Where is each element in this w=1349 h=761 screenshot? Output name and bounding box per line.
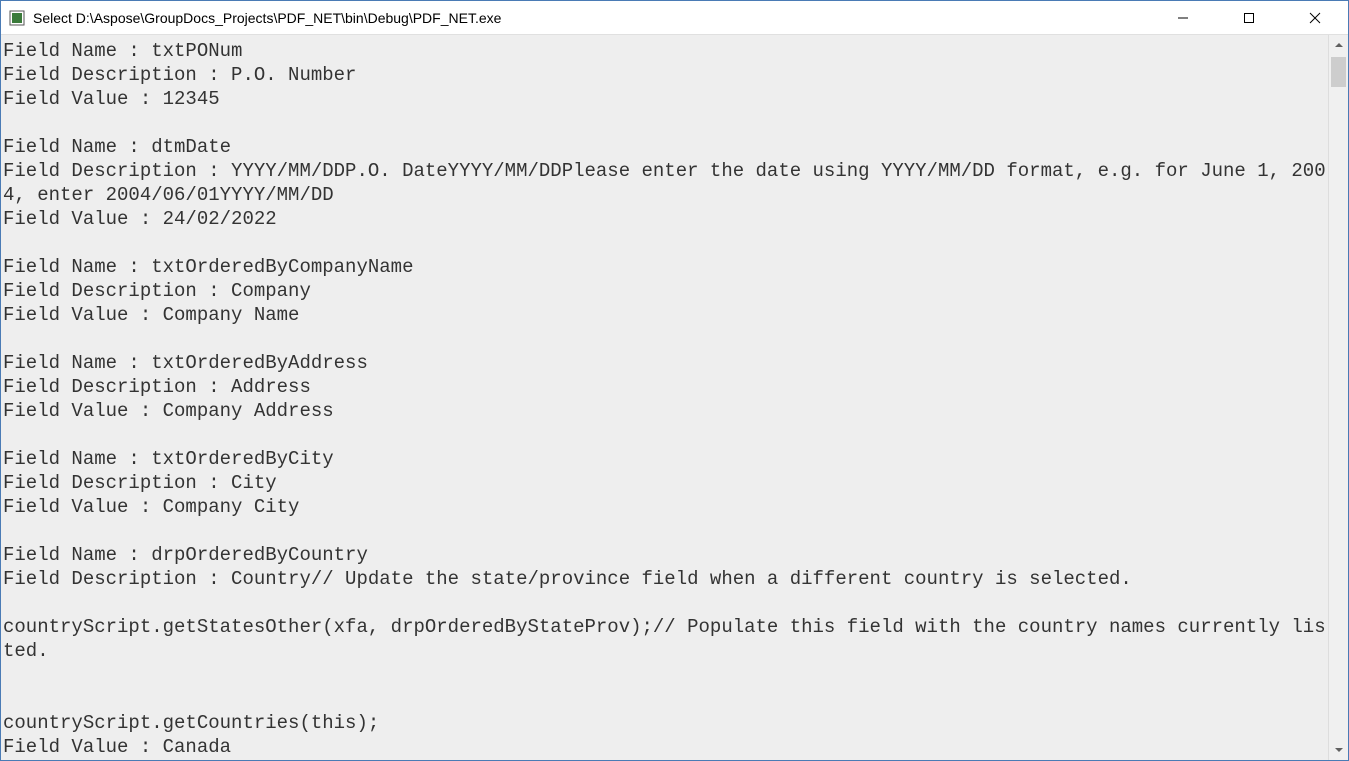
window-title: Select D:\Aspose\GroupDocs_Projects\PDF_…	[33, 10, 501, 26]
vertical-scrollbar[interactable]	[1328, 35, 1348, 760]
close-icon	[1309, 12, 1321, 24]
scroll-thumb[interactable]	[1331, 57, 1346, 87]
console-output[interactable]: Field Name : txtPONum Field Description …	[1, 35, 1328, 760]
titlebar: Select D:\Aspose\GroupDocs_Projects\PDF_…	[1, 1, 1348, 35]
minimize-button[interactable]	[1150, 1, 1216, 34]
chevron-up-icon	[1334, 40, 1344, 50]
close-button[interactable]	[1282, 1, 1348, 34]
window-controls	[1150, 1, 1348, 34]
maximize-button[interactable]	[1216, 1, 1282, 34]
scroll-down-button[interactable]	[1329, 740, 1348, 760]
chevron-down-icon	[1334, 745, 1344, 755]
maximize-icon	[1243, 12, 1255, 24]
console-app-icon	[9, 10, 25, 26]
minimize-icon	[1177, 12, 1189, 24]
client-area: Field Name : txtPONum Field Description …	[1, 35, 1348, 760]
scroll-up-button[interactable]	[1329, 35, 1348, 55]
